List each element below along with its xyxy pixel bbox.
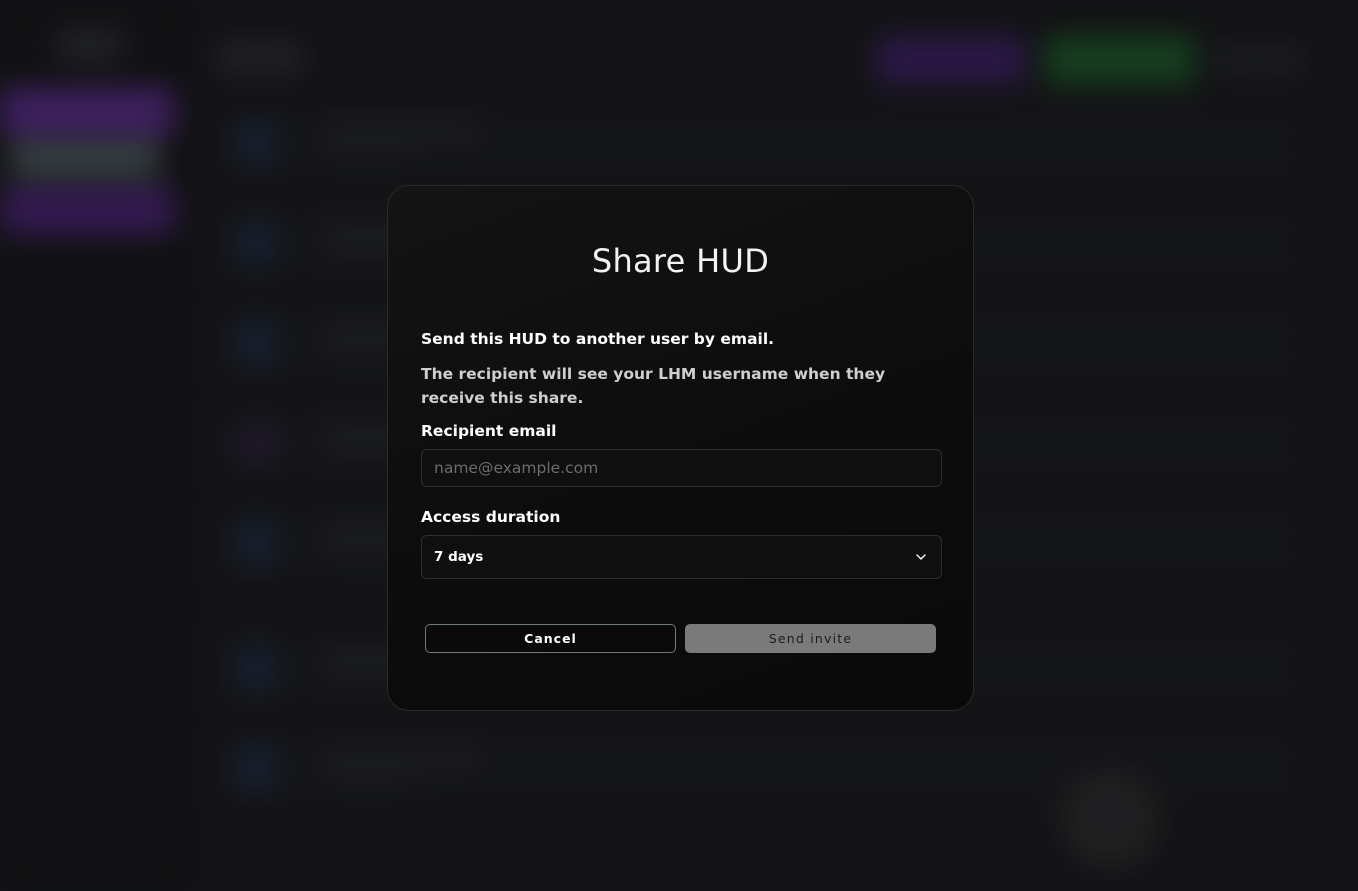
access-duration-select[interactable]: 7 days (421, 535, 942, 579)
chevron-down-icon (916, 554, 926, 560)
access-duration-label: Access duration (421, 508, 561, 526)
share-hud-dialog: Share HUD Send this HUD to another user … (387, 185, 974, 711)
dialog-title: Share HUD (591, 242, 770, 280)
dialog-intro-text: Send this HUD to another user by email. (421, 330, 775, 348)
recipient-email-label: Recipient email (421, 422, 557, 440)
access-duration-value: 7 days (434, 549, 484, 565)
send-invite-button[interactable]: Send invite (685, 624, 936, 653)
dialog-note-text: The recipient will see your LHM username… (421, 365, 886, 407)
dialog-actions: Cancel Send invite (421, 624, 940, 653)
cancel-button[interactable]: Cancel (425, 624, 676, 653)
recipient-email-input[interactable] (421, 449, 942, 487)
